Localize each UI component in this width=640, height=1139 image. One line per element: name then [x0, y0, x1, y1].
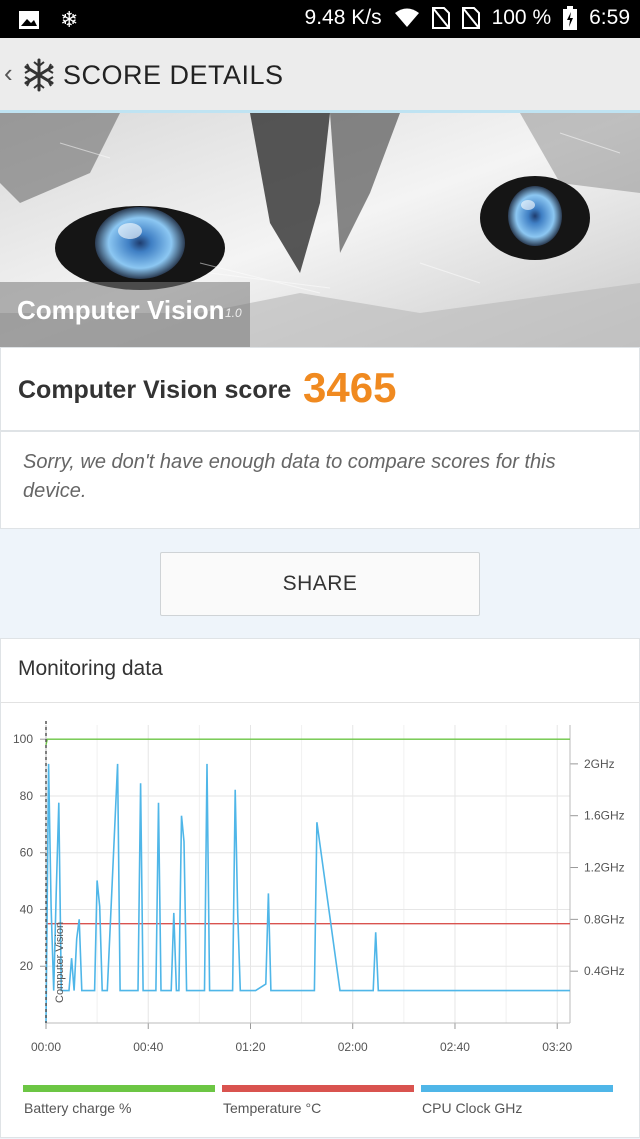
monitoring-title: Monitoring data	[18, 657, 163, 680]
image-icon	[19, 11, 39, 29]
x-tick-label: 02:40	[440, 1040, 470, 1054]
no-sim-icon	[431, 7, 450, 29]
legend-label: Temperature °C	[223, 1100, 321, 1116]
network-speed: 9.48 K/s	[304, 6, 382, 29]
back-chevron-icon[interactable]: ‹	[4, 58, 13, 89]
score-value: 3465	[303, 364, 397, 411]
series-line	[45, 738, 570, 746]
y-left-tick-label: 60	[20, 846, 34, 860]
monitoring-chart: 00:00 00:40 01:20 02:00 02:40 03:20 100 80 60 40 2…	[13, 721, 625, 1116]
status-bar: ❄ 9.48 K/s 100 % 6:59	[0, 0, 640, 38]
y-left-tick-label: 40	[20, 902, 34, 916]
x-tick-label: 00:40	[133, 1040, 163, 1054]
wifi-icon	[394, 8, 419, 27]
battery-charging-icon	[563, 6, 578, 30]
legend-swatch	[23, 1085, 215, 1092]
test-name-overlay: Computer Vision 1.0	[0, 282, 250, 347]
share-button[interactable]: SHARE	[160, 552, 480, 616]
x-tick-label: 03:20	[542, 1040, 572, 1054]
x-tick-label: 00:00	[31, 1040, 61, 1054]
x-tick-label: 01:20	[235, 1040, 265, 1054]
legend-swatch	[421, 1085, 613, 1092]
series-line	[45, 763, 570, 1024]
legend-label: Battery charge %	[24, 1100, 131, 1116]
comparison-message: Sorry, we don't have enough data to comp…	[23, 451, 556, 502]
score-label: Computer Vision score	[18, 376, 292, 404]
y-left-tick-label: 80	[20, 789, 34, 803]
monitoring-card: Monitoring data 00:00 00:40 01:20 02:00 02:4…	[0, 638, 640, 1138]
legend-label: CPU Clock GHz	[422, 1100, 522, 1116]
snowflake-icon: ❄	[60, 7, 79, 32]
y-left-tick-label: 20	[20, 959, 34, 973]
page-title: SCORE DETAILS	[63, 60, 284, 90]
clock: 6:59	[589, 6, 630, 29]
y-right-tick-label: 1.6GHz	[584, 809, 625, 823]
test-name: Computer Vision	[17, 295, 225, 325]
y-right-tick-label: 0.4GHz	[584, 964, 625, 978]
x-tick-label: 02:00	[338, 1040, 368, 1054]
test-version: 1.0	[225, 306, 242, 320]
score-card: Computer Vision score 3465	[0, 347, 640, 431]
no-sim-icon	[461, 7, 480, 29]
battery-level: 100 %	[491, 6, 552, 29]
y-right-tick-label: 1.2GHz	[584, 861, 625, 875]
y-right-tick-label: 2GHz	[584, 757, 615, 771]
y-right-tick-label: 0.8GHz	[584, 912, 625, 926]
3dmark-logo-icon[interactable]	[22, 58, 56, 92]
comparison-message-card: Sorry, we don't have enough data to comp…	[0, 431, 640, 529]
test-annotation-label: Computer Vision	[54, 922, 66, 1003]
y-left-tick-label: 100	[13, 732, 33, 746]
legend-swatch	[222, 1085, 414, 1092]
app-bar: ‹ SCORE DETAILS	[0, 38, 640, 113]
